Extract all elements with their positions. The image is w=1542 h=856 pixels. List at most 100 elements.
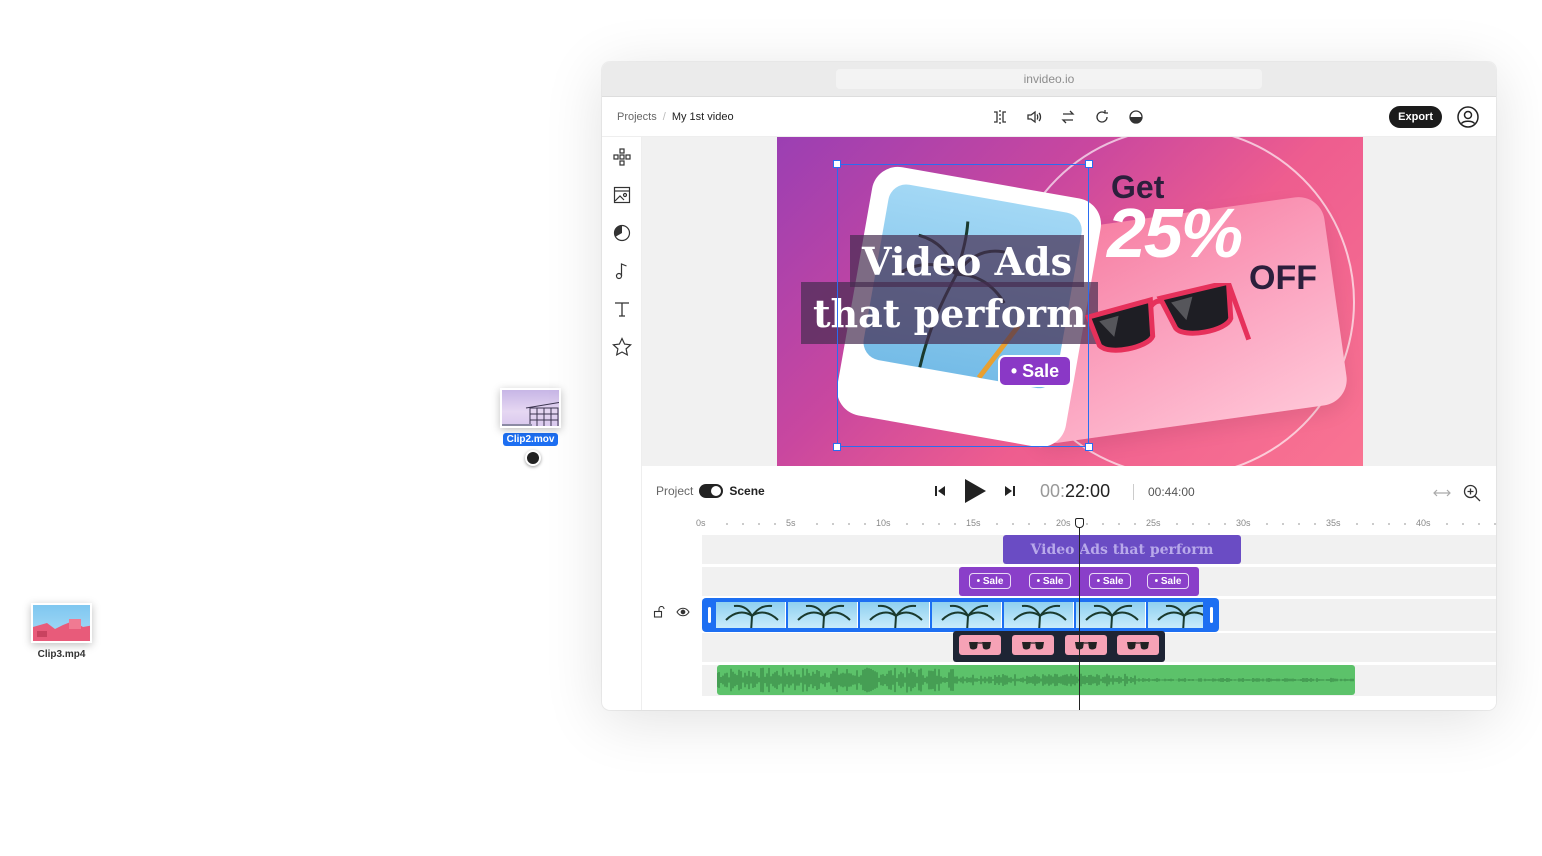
desktop: Clip2.mov Clip3.mp4 invideo.io Projects … [0, 0, 1542, 856]
glasses-thumb [1012, 635, 1054, 655]
playhead-handle[interactable] [1075, 518, 1084, 528]
clip2-label: Clip2.mov [502, 433, 559, 446]
export-button[interactable]: Export [1389, 106, 1442, 128]
ruler-tick [1134, 523, 1136, 525]
editor-toolbar: Projects / My 1st video Export [602, 97, 1496, 137]
waveform-path [717, 667, 1354, 693]
zoom-in-icon[interactable] [1462, 483, 1482, 503]
ruler-label: 0s [696, 518, 706, 528]
current-time-value: 22:00 [1065, 481, 1111, 501]
ruler-tick [938, 523, 940, 525]
layout-icon[interactable] [612, 147, 632, 167]
ruler-tick [864, 523, 866, 525]
time-divider [1133, 484, 1134, 500]
ruler-tick [1446, 523, 1448, 525]
video-canvas[interactable]: Video Ads that perform • Sale Get 25% OF… [777, 137, 1363, 466]
media-icon[interactable] [612, 185, 632, 205]
resize-handle-br[interactable] [1085, 443, 1093, 451]
glasses-clip[interactable] [953, 631, 1165, 662]
audio-track [702, 665, 1496, 696]
ruler-tick [1388, 523, 1390, 525]
ruler-tick [1462, 523, 1464, 525]
ruler-tick [848, 523, 850, 525]
ruler-tick [1224, 523, 1226, 525]
sunglasses-image[interactable] [1085, 279, 1255, 367]
text-icon[interactable] [612, 299, 632, 319]
playback-controls [930, 477, 1020, 505]
offer-percent[interactable]: 25% [1107, 193, 1243, 273]
sale-chip: • Sale [969, 573, 1011, 589]
ruler-tick [1282, 523, 1284, 525]
breadcrumb-projects[interactable]: Projects [617, 111, 657, 123]
drag-cursor [525, 450, 541, 466]
star-icon[interactable] [611, 337, 632, 357]
video-clip[interactable] [702, 598, 1219, 632]
toggle-project-label: Project [656, 484, 694, 498]
selection-box[interactable] [833, 160, 1093, 451]
video-track [702, 598, 1496, 632]
ruler-tick [1478, 523, 1480, 525]
sale-chip: • Sale [1147, 573, 1189, 589]
video-frame [1148, 602, 1203, 628]
preview-stage: Video Ads that perform • Sale Get 25% OF… [642, 137, 1496, 466]
user-avatar-icon[interactable] [1457, 106, 1479, 128]
sale-chip: • Sale [1089, 573, 1131, 589]
play-icon[interactable] [962, 477, 988, 505]
ruler-label: 20s [1056, 518, 1071, 528]
sticker-icon[interactable] [612, 223, 632, 243]
ruler-tick [1298, 523, 1300, 525]
resize-handle-tl[interactable] [833, 160, 841, 168]
flip-icon[interactable] [990, 107, 1010, 127]
clip3-thumbnail [31, 603, 92, 643]
opacity-icon[interactable] [1126, 107, 1146, 127]
file-clip3[interactable]: Clip3.mp4 [31, 603, 92, 661]
text-track: Video Ads that perform [702, 535, 1496, 564]
video-frame [860, 602, 930, 628]
ruler-tick [1102, 523, 1104, 525]
ruler-tick [832, 523, 834, 525]
volume-icon[interactable] [1024, 107, 1044, 127]
resize-handle-tr[interactable] [1085, 160, 1093, 168]
left-sidebar [602, 137, 642, 710]
ruler-tick [954, 523, 956, 525]
edit-tools [990, 107, 1146, 127]
ruler-tick [1176, 523, 1178, 525]
skip-forward-icon[interactable] [1000, 481, 1020, 501]
breadcrumb-separator: / [662, 110, 666, 123]
music-icon[interactable] [612, 261, 632, 281]
trim-handle-right[interactable] [1210, 607, 1213, 623]
timeline-ruler[interactable]: 0s 5s 10s 15s 20s 25s 30s 35s 40s [696, 518, 1496, 532]
browser-chrome: invideo.io [602, 62, 1496, 97]
skip-back-icon[interactable] [930, 481, 950, 501]
glasses-thumb [1117, 635, 1159, 655]
ruler-label: 25s [1146, 518, 1161, 528]
clip2-thumbnail [500, 388, 561, 428]
eye-icon[interactable] [675, 605, 691, 619]
ruler-tick [1494, 523, 1496, 525]
fit-width-icon[interactable] [1432, 483, 1452, 503]
current-time-hours: 00: [1040, 481, 1066, 501]
ruler-tick [1266, 523, 1268, 525]
trim-handle-left[interactable] [708, 607, 711, 623]
ruler-tick [1356, 523, 1358, 525]
resize-handle-bl[interactable] [833, 443, 841, 451]
ruler-tick [816, 523, 818, 525]
rotate-icon[interactable] [1092, 107, 1112, 127]
unlock-icon[interactable] [652, 605, 666, 619]
video-frame [1076, 602, 1146, 628]
toggle-switch[interactable] [699, 484, 724, 498]
playhead[interactable] [1075, 518, 1084, 710]
timeline-header: Project Scene 00:22:00 00:44:00 [642, 466, 1496, 518]
ruler-tick [758, 523, 760, 525]
ruler-tick [1044, 523, 1046, 525]
text-clip[interactable]: Video Ads that perform [1003, 535, 1241, 564]
ruler-tick [1372, 523, 1374, 525]
project-scene-toggle[interactable]: Project Scene [656, 484, 765, 498]
breadcrumb: Projects / My 1st video [617, 111, 734, 123]
audio-clip[interactable] [717, 665, 1355, 695]
swap-icon[interactable] [1058, 107, 1078, 127]
file-clip2[interactable]: Clip2.mov [500, 388, 561, 446]
address-bar[interactable]: invideo.io [836, 69, 1262, 89]
zoom-tools [1432, 483, 1482, 503]
offer-off[interactable]: OFF [1249, 259, 1317, 298]
